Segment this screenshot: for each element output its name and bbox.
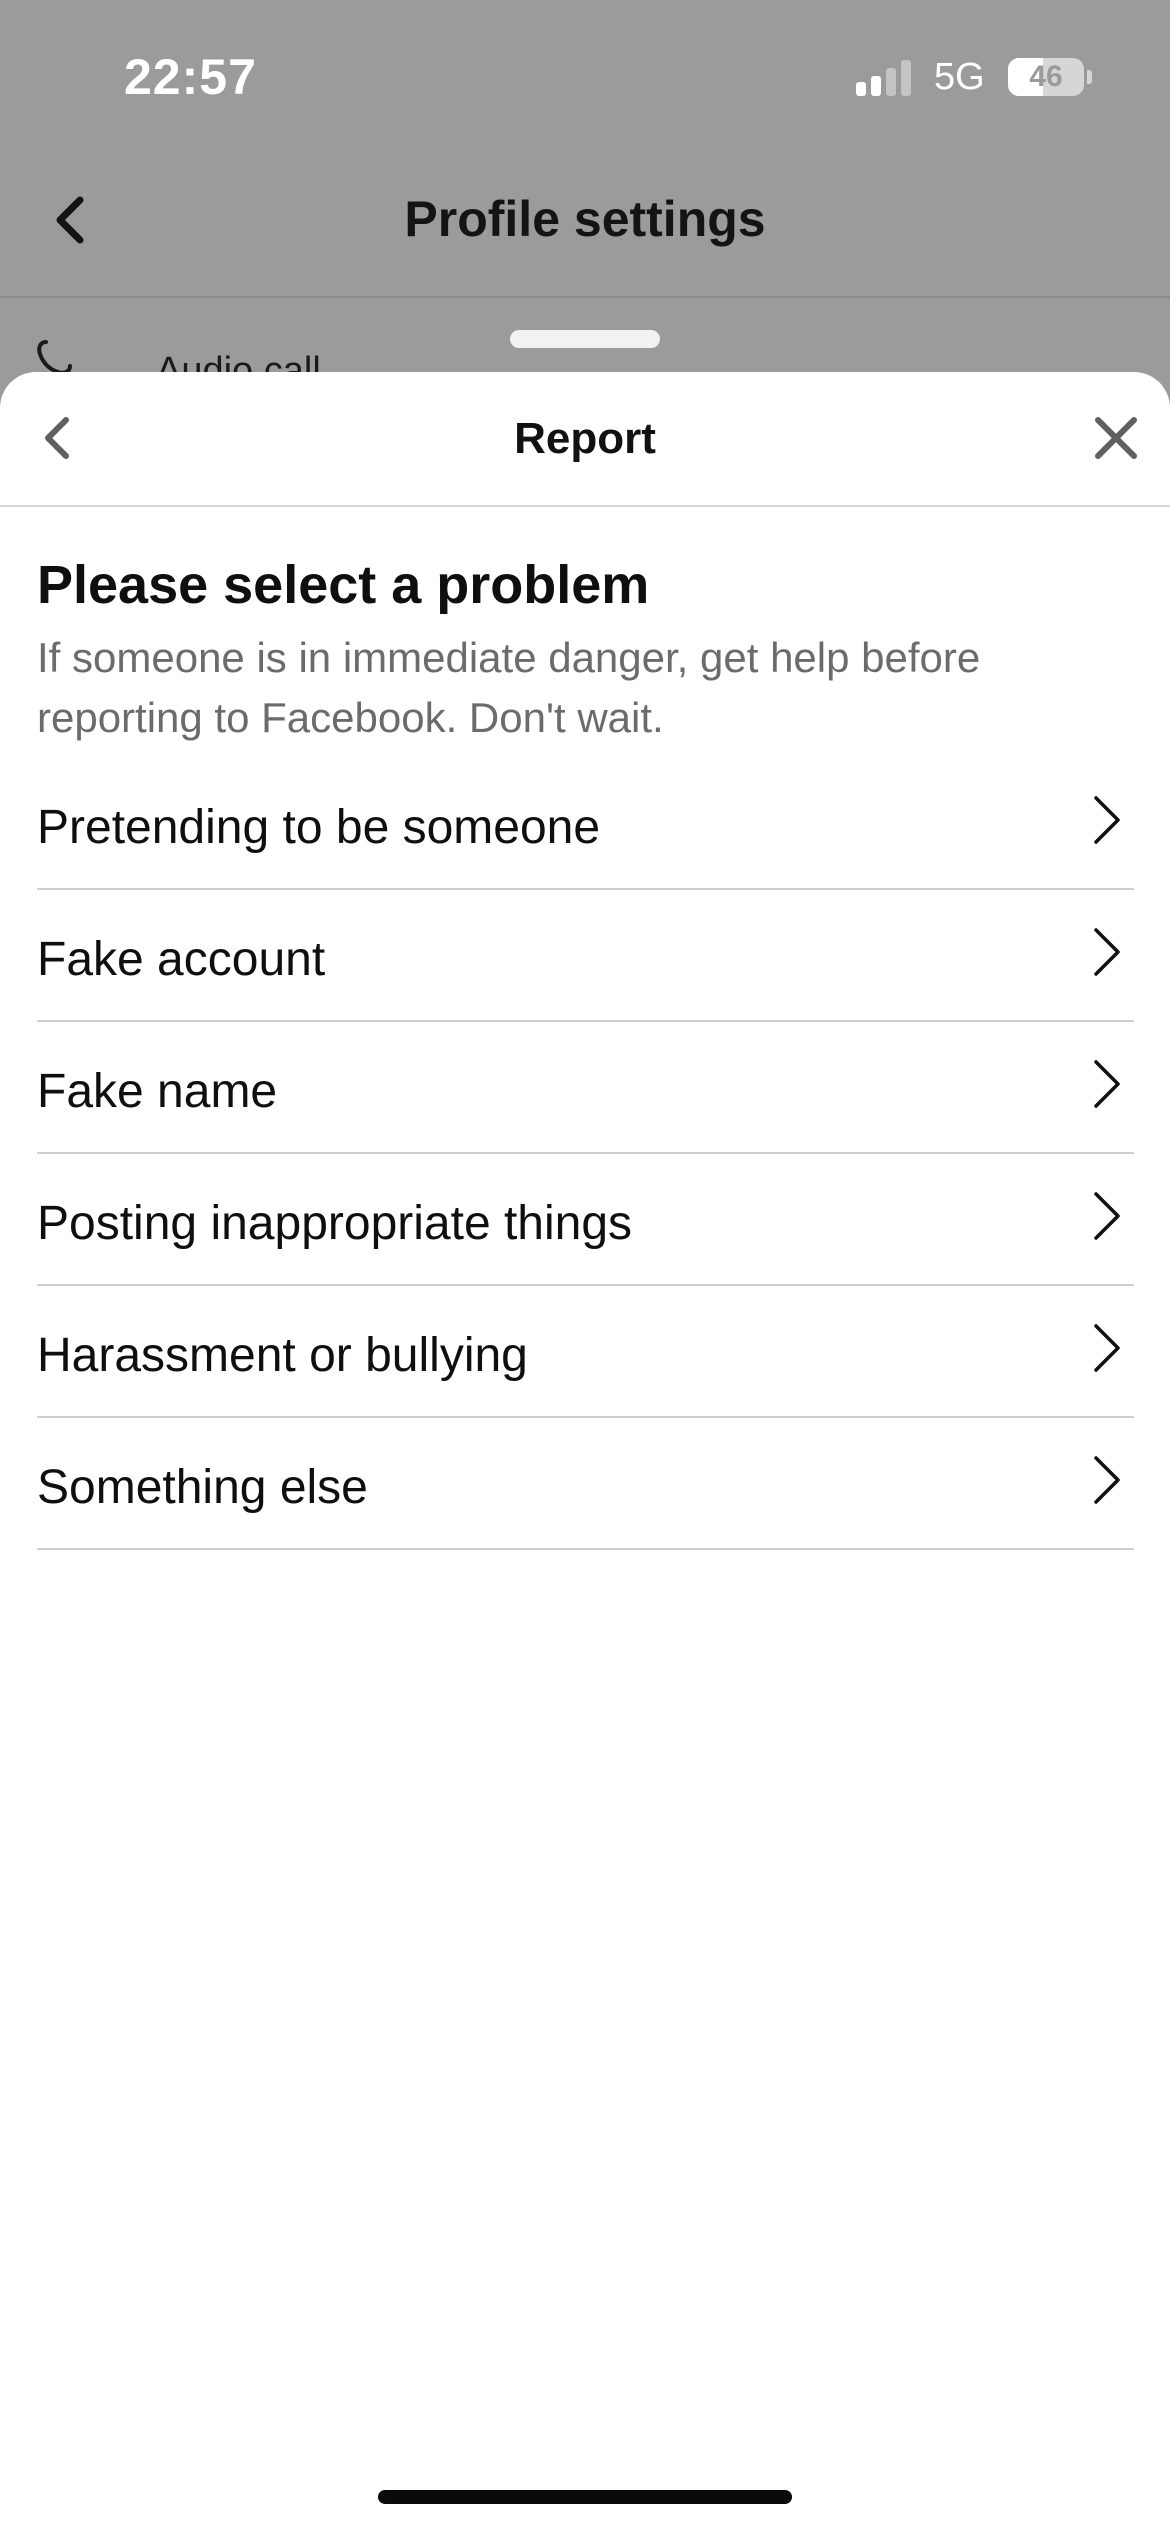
battery-icon: 46 (1008, 58, 1084, 96)
option-label: Fake name (37, 1065, 278, 1118)
option-posting-inappropriate-things[interactable]: Posting inappropriate things (37, 1154, 1134, 1286)
sheet-title: Report (514, 414, 656, 463)
background-header: Profile settings (0, 150, 1170, 298)
chevron-right-icon (1094, 1456, 1120, 1504)
problem-heading: Please select a problem (37, 555, 650, 615)
chevron-right-icon (1094, 928, 1120, 976)
problem-options-list: Pretending to be someone Fake account Fa… (37, 758, 1134, 1550)
battery-terminal (1087, 70, 1092, 84)
option-something-else[interactable]: Something else (37, 1418, 1134, 1550)
battery-percentage: 46 (1029, 60, 1063, 93)
signal-strength-icon (856, 60, 912, 96)
option-label: Something else (37, 1461, 368, 1514)
option-label: Posting inappropriate things (37, 1197, 633, 1250)
chevron-right-icon (1094, 796, 1120, 844)
option-label: Fake account (37, 933, 326, 986)
close-icon[interactable] (1086, 408, 1146, 468)
network-type: 5G (934, 56, 985, 98)
option-pretending-to-be-someone[interactable]: Pretending to be someone (37, 758, 1134, 890)
option-harassment-or-bullying[interactable]: Harassment or bullying (37, 1286, 1134, 1418)
home-indicator[interactable] (378, 2490, 792, 2504)
sheet-drag-handle[interactable] (510, 330, 660, 348)
option-fake-name[interactable]: Fake name (37, 1022, 1134, 1154)
option-label: Pretending to be someone (37, 801, 601, 854)
danger-notice: If someone is in immediate danger, get h… (37, 634, 981, 741)
option-fake-account[interactable]: Fake account (37, 890, 1134, 1022)
sheet-header: Report (0, 372, 1170, 507)
background-page-title: Profile settings (404, 191, 766, 247)
chevron-right-icon (1094, 1192, 1120, 1240)
chevron-right-icon (1094, 1324, 1120, 1372)
chevron-right-icon (1094, 1060, 1120, 1108)
status-bar: 22:57 5G 46 (0, 0, 1170, 150)
option-label: Harassment or bullying (37, 1329, 528, 1382)
status-time: 22:57 (124, 49, 257, 105)
